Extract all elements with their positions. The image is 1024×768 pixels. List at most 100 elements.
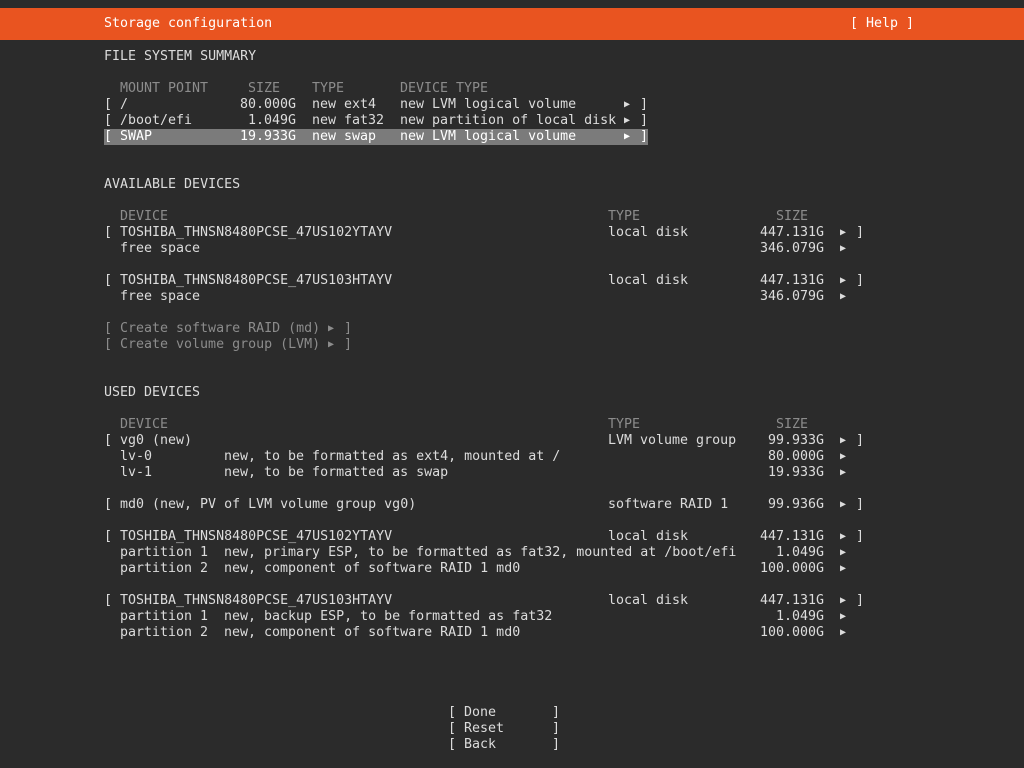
arrow-right-icon: ▶ [840,275,847,286]
open-bracket: [ [104,321,113,336]
free-space-row[interactable]: free space 346.079G ▶ [104,241,856,257]
vg-name: vg0 (new) [120,433,193,448]
size: 80.000G [240,97,297,112]
fs-summary-column-header: MOUNT POINT SIZE TYPE DEVICE TYPE [104,81,664,97]
help-button-label: [ Help ] [850,16,915,31]
disk-name: TOSHIBA_THNSN8480PCSE_47US103HTAYV [120,273,393,288]
col-type: TYPE [608,209,641,224]
open-bracket: [ [448,737,457,752]
partition-name: partition 1 [120,609,209,624]
used-disk-row[interactable]: [ TOSHIBA_THNSN8480PCSE_47US102YTAYV loc… [104,529,864,545]
reset-button[interactable]: [ Reset ] [448,721,560,737]
fs-type: new fat32 [312,113,385,128]
open-bracket: [ [104,129,113,144]
partition-row[interactable]: partition 2 new, component of software R… [104,625,856,641]
free-space-label: free space [120,241,201,256]
disk-type: local disk [608,529,689,544]
size: 19.933G [240,129,297,144]
help-button[interactable]: [ Help ] [850,16,915,32]
arrow-right-icon: ▶ [624,131,631,142]
partition-description: new, backup ESP, to be formatted as fat3… [224,609,553,624]
disk-size: 447.131G [760,225,825,240]
back-button-label: Back [464,737,497,752]
available-column-header: DEVICE TYPE SIZE [104,209,864,225]
fs-type: new swap [312,129,377,144]
mount-point: SWAP [120,129,153,144]
raid-name: md0 (new, PV of LVM volume group vg0) [120,497,417,512]
col-size: SIZE [248,81,281,96]
volume-group-row[interactable]: [ vg0 (new) LVM volume group 99.933G ▶ ] [104,433,864,449]
raid-type: software RAID 1 [608,497,729,512]
fs-row-swap-selected[interactable]: [ SWAP 19.933G new swap new LVM logical … [104,129,648,145]
available-disk-row[interactable]: [ TOSHIBA_THNSN8480PCSE_47US102YTAYV loc… [104,225,864,241]
available-devices-heading: AVAILABLE DEVICES [104,177,241,192]
logical-volume-row[interactable]: lv-1 new, to be formatted as swap 19.933… [104,465,856,481]
free-space-row[interactable]: free space 346.079G ▶ [104,289,856,305]
arrow-right-icon: ▶ [840,291,847,302]
arrow-right-icon: ▶ [328,323,335,334]
lv-name: lv-1 [120,465,153,480]
arrow-right-icon: ▶ [840,243,847,254]
partition-row[interactable]: partition 1 new, primary ESP, to be form… [104,545,856,561]
disk-type: local disk [608,225,689,240]
installer-screen: Storage configuration [ Help ] FILE SYST… [0,0,1024,768]
close-bracket: ] [344,321,353,336]
reset-button-label: Reset [464,721,505,736]
open-bracket: [ [104,433,113,448]
done-button[interactable]: [ Done ] [448,705,560,721]
close-bracket: ] [640,129,649,144]
create-raid-button[interactable]: [ Create software RAID (md) ▶ ] [104,321,352,337]
arrow-right-icon: ▶ [624,115,631,126]
close-bracket: ] [552,737,561,752]
fs-row-boot-efi[interactable]: [ /boot/efi 1.049G new fat32 new partiti… [104,113,648,129]
partition-name: partition 2 [120,561,209,576]
partition-name: partition 2 [120,625,209,640]
close-bracket: ] [856,273,865,288]
free-space-label: free space [120,289,201,304]
partition-size: 1.049G [776,609,825,624]
raid-size: 99.936G [768,497,825,512]
disk-name: TOSHIBA_THNSN8480PCSE_47US102YTAYV [120,529,393,544]
open-bracket: [ [104,113,113,128]
partition-description: new, component of software RAID 1 md0 [224,625,521,640]
free-space-size: 346.079G [760,241,825,256]
disk-type: local disk [608,273,689,288]
logical-volume-row[interactable]: lv-0 new, to be formatted as ext4, mount… [104,449,856,465]
arrow-right-icon: ▶ [840,467,847,478]
used-column-header: DEVICE TYPE SIZE [104,417,864,433]
arrow-right-icon: ▶ [328,339,335,350]
partition-name: partition 1 [120,545,209,560]
fs-summary-heading: FILE SYSTEM SUMMARY [104,49,257,64]
done-button-label: Done [464,705,497,720]
col-type: TYPE [608,417,641,432]
back-button[interactable]: [ Back ] [448,737,560,753]
raid-device-row[interactable]: [ md0 (new, PV of LVM volume group vg0) … [104,497,864,513]
close-bracket: ] [856,433,865,448]
disk-size: 447.131G [760,593,825,608]
create-volume-group-button[interactable]: [ Create volume group (LVM) ▶ ] [104,337,352,353]
arrow-right-icon: ▶ [840,451,847,462]
lv-description: new, to be formatted as swap [224,465,449,480]
arrow-right-icon: ▶ [840,547,847,558]
arrow-right-icon: ▶ [840,611,847,622]
partition-row[interactable]: partition 2 new, component of software R… [104,561,856,577]
partition-row[interactable]: partition 1 new, backup ESP, to be forma… [104,609,856,625]
col-size: SIZE [776,417,809,432]
col-device-type: DEVICE TYPE [400,81,489,96]
disk-size: 447.131G [760,273,825,288]
used-disk-row[interactable]: [ TOSHIBA_THNSN8480PCSE_47US103HTAYV loc… [104,593,864,609]
partition-size: 1.049G [776,545,825,560]
size: 1.049G [248,113,297,128]
partition-size: 100.000G [760,625,825,640]
arrow-right-icon: ▶ [624,99,631,110]
fs-row-root[interactable]: [ / 80.000G new ext4 new LVM logical vol… [104,97,648,113]
open-bracket: [ [104,225,113,240]
mount-point: / [120,97,129,112]
available-disk-row[interactable]: [ TOSHIBA_THNSN8480PCSE_47US103HTAYV loc… [104,273,864,289]
partition-description: new, primary ESP, to be formatted as fat… [224,545,737,560]
close-bracket: ] [344,337,353,352]
close-bracket: ] [856,497,865,512]
open-bracket: [ [104,97,113,112]
disk-type: local disk [608,593,689,608]
open-bracket: [ [104,273,113,288]
